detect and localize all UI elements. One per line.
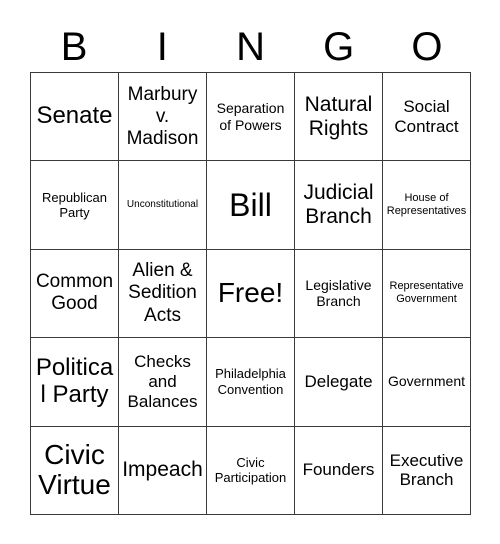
- bingo-cell-label: Government: [387, 373, 466, 390]
- bingo-card: B I N G O Senate Marbury v. Madison Separa…: [0, 0, 500, 544]
- bingo-cell[interactable]: Government: [383, 338, 471, 427]
- bingo-cell-label: Founders: [302, 460, 375, 480]
- bingo-cell[interactable]: Social Contract: [383, 73, 471, 162]
- bingo-cell-label: Delegate: [304, 372, 373, 392]
- bingo-cell-label: Natural Rights: [304, 92, 373, 140]
- bingo-cell[interactable]: Judicial Branch: [295, 161, 383, 250]
- bingo-cell-label: Judicial Branch: [303, 181, 374, 229]
- bingo-cell-label: Civic Participation: [214, 454, 287, 486]
- bingo-cell-label: Bill: [229, 186, 272, 223]
- bingo-cell[interactable]: Bill: [207, 161, 295, 250]
- bingo-cell-label: Social Contract: [394, 96, 459, 136]
- bingo-cell[interactable]: Political Party: [31, 338, 119, 427]
- bingo-cell-label: Checks and Balances: [127, 352, 198, 411]
- bingo-cell[interactable]: Impeach: [119, 426, 207, 515]
- bingo-header: B I N G O: [30, 18, 471, 68]
- bingo-cell-label: Marbury v. Madison: [126, 83, 199, 149]
- bingo-cell[interactable]: Common Good: [31, 249, 119, 339]
- bingo-cell[interactable]: Senate: [31, 73, 119, 162]
- header-letter-o: O: [411, 25, 443, 69]
- bingo-cell-free-space[interactable]: Free!: [207, 249, 295, 339]
- bingo-cell-label: Common Good: [35, 271, 114, 315]
- bingo-cell[interactable]: Delegate: [295, 338, 383, 427]
- bingo-cell[interactable]: Representative Government: [383, 249, 471, 339]
- bingo-cell-label: Free!: [217, 277, 284, 309]
- header-letter-b: B: [60, 25, 88, 69]
- bingo-cell[interactable]: Civic Virtue: [31, 426, 119, 515]
- bingo-cell[interactable]: Unconstitutional: [119, 161, 207, 250]
- bingo-cell-label: Representative Government: [389, 280, 464, 306]
- header-letter-i: I: [156, 25, 168, 69]
- bingo-cell-label: House of Representatives: [386, 191, 467, 218]
- bingo-cell-label: Separation of Powers: [216, 99, 285, 133]
- bingo-cell-label: Political Party: [35, 354, 114, 408]
- bingo-cell-label: Senate: [36, 102, 113, 130]
- bingo-cell-label: Unconstitutional: [126, 199, 199, 210]
- bingo-cell-label: Philadelphia Convention: [215, 366, 286, 397]
- bingo-cell-label: Civic Virtue: [38, 438, 111, 501]
- bingo-cell[interactable]: Executive Branch: [383, 426, 471, 515]
- bingo-cell-label: Republican Party: [41, 189, 108, 221]
- bingo-cell-label: Impeach: [122, 458, 203, 482]
- bingo-grid: Senate Marbury v. Madison Separation of Po…: [30, 72, 471, 515]
- bingo-cell[interactable]: House of Representatives: [383, 161, 471, 250]
- bingo-cell-label: Alien & Sedition Acts: [128, 260, 197, 326]
- header-letter-n: N: [236, 25, 265, 69]
- bingo-cell[interactable]: Republican Party: [31, 161, 119, 250]
- bingo-cell[interactable]: Alien & Sedition Acts: [119, 249, 207, 339]
- bingo-cell[interactable]: Marbury v. Madison: [119, 73, 207, 162]
- bingo-cell[interactable]: Philadelphia Convention: [207, 338, 295, 427]
- bingo-cell[interactable]: Separation of Powers: [207, 73, 295, 162]
- bingo-cell[interactable]: Founders: [295, 426, 383, 515]
- bingo-cell[interactable]: Checks and Balances: [119, 338, 207, 427]
- bingo-cell-label: Legislative Branch: [305, 276, 372, 310]
- bingo-cell-label: Executive Branch: [389, 450, 464, 490]
- bingo-cell[interactable]: Civic Participation: [207, 426, 295, 515]
- header-letter-g: G: [323, 25, 355, 69]
- bingo-cell[interactable]: Natural Rights: [295, 73, 383, 162]
- bingo-cell[interactable]: Legislative Branch: [295, 249, 383, 339]
